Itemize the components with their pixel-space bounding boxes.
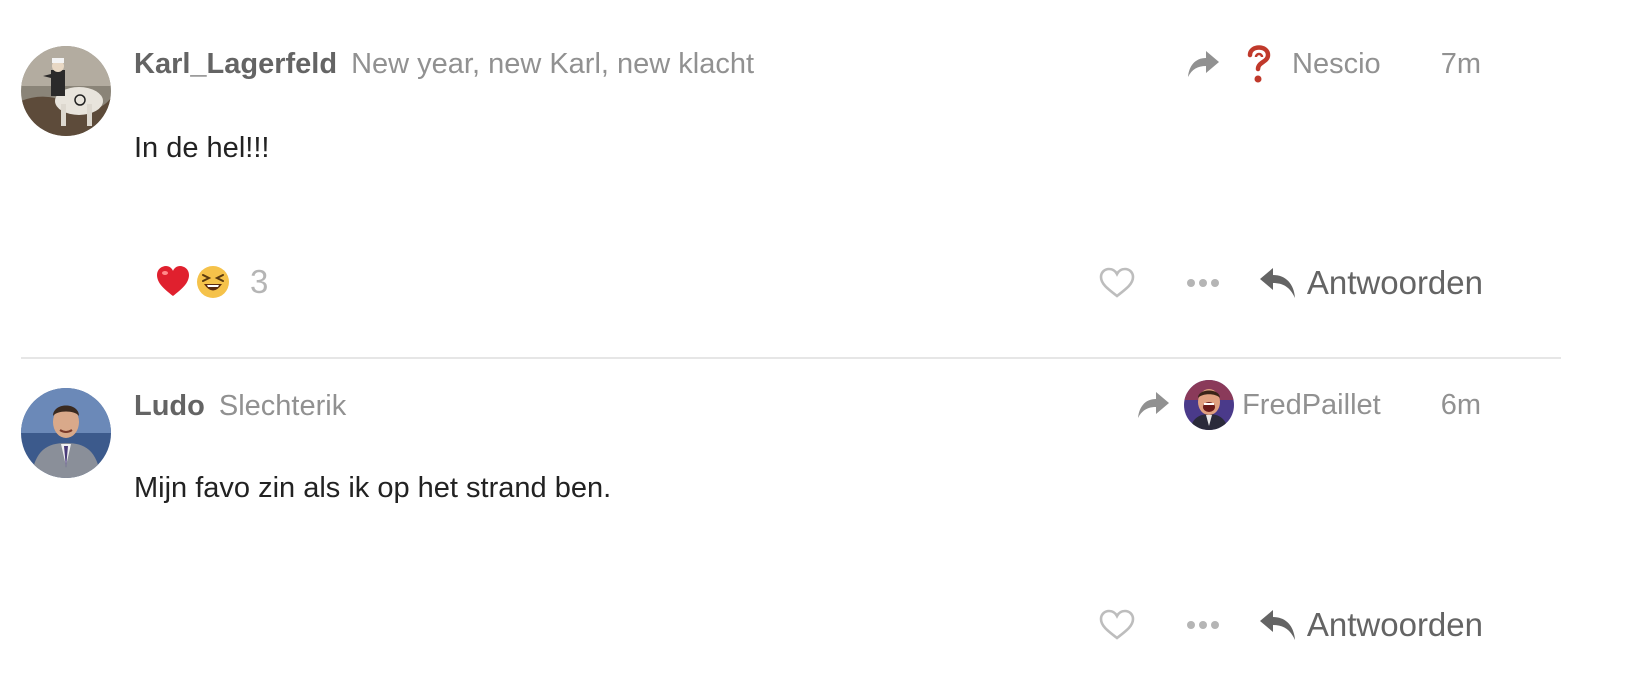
share-arrow-icon[interactable] — [1186, 49, 1220, 79]
post-date[interactable]: 6m — [1441, 389, 1481, 422]
heart-emoji-icon[interactable] — [156, 265, 190, 299]
reply-button-label: Antwoorden — [1306, 606, 1483, 643]
post-content: In de hel!!! — [134, 132, 270, 164]
post-meta: Nescio 7m — [1186, 39, 1481, 89]
ellipsis-icon — [1186, 279, 1219, 287]
avatar[interactable] — [21, 388, 111, 478]
post-meta: FredPaillet 6m — [1136, 380, 1481, 430]
post: Karl_Lagerfeld New year, new Karl, new kl… — [21, 0, 1561, 357]
post-content: Mijn favo zin als ik op het strand ben. — [134, 472, 612, 504]
more-actions-button[interactable] — [1175, 258, 1231, 308]
reply-to-username[interactable]: FredPaillet — [1242, 389, 1381, 422]
reactions[interactable]: 3 — [156, 262, 268, 302]
more-actions-button[interactable] — [1175, 600, 1231, 650]
post-names: Karl_Lagerfeld New year, new Karl, new kl… — [134, 46, 754, 82]
like-button[interactable] — [1089, 258, 1145, 308]
post-actions: Antwoorden — [1089, 258, 1483, 308]
post-date[interactable]: 7m — [1441, 48, 1481, 81]
user-title: Slechterik — [218, 390, 347, 422]
reply-button-label: Antwoorden — [1306, 264, 1483, 301]
reply-arrow-icon — [1259, 268, 1295, 298]
reply-to-avatar[interactable] — [1234, 39, 1285, 89]
reply-to-avatar[interactable] — [1184, 380, 1235, 430]
reply-button[interactable]: Antwoorden — [1259, 606, 1483, 644]
reply-to-username[interactable]: Nescio — [1292, 48, 1381, 81]
post-actions: Antwoorden — [1089, 600, 1483, 650]
post-names: Ludo Slechterik — [134, 388, 346, 424]
avatar[interactable] — [21, 46, 111, 136]
reply-button[interactable]: Antwoorden — [1259, 264, 1483, 302]
heart-outline-icon — [1099, 609, 1135, 640]
username[interactable]: Karl_Lagerfeld — [134, 48, 337, 80]
post: Ludo Slechterik FredPaillet 6m Mijn favo… — [21, 358, 1561, 679]
topic-post-stream: Karl_Lagerfeld New year, new Karl, new kl… — [0, 0, 1625, 679]
like-button[interactable] — [1089, 600, 1145, 650]
user-title: New year, new Karl, new klacht — [351, 48, 755, 80]
laughing-emoji-icon[interactable] — [196, 265, 230, 299]
share-arrow-icon[interactable] — [1136, 390, 1170, 420]
ellipsis-icon — [1186, 621, 1219, 629]
reaction-count[interactable]: 3 — [250, 263, 268, 301]
reply-arrow-icon — [1259, 610, 1295, 640]
username[interactable]: Ludo — [134, 390, 205, 422]
heart-outline-icon — [1099, 267, 1135, 298]
